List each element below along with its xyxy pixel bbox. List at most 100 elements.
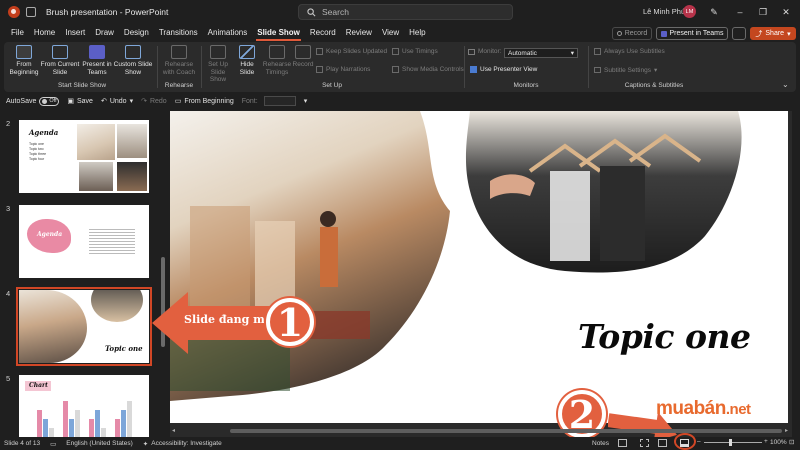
close-icon[interactable]: ✕ (780, 6, 792, 18)
language-status[interactable]: English (United States) (66, 440, 132, 447)
normal-view-icon[interactable] (618, 439, 627, 447)
set-up-slide-show-button[interactable]: Set Up Slide Show (202, 45, 234, 84)
teams-icon (660, 30, 667, 37)
tab-review[interactable]: Review (341, 24, 377, 42)
autosave-label: AutoSave (6, 97, 37, 105)
from-beginning-button[interactable]: From Beginning (8, 45, 40, 76)
zoom-out-icon[interactable]: – (697, 438, 701, 445)
chart-bar (75, 410, 80, 437)
play-narrations-checkbox[interactable]: Play Narrations (316, 66, 370, 73)
use-presenter-view-checkbox[interactable]: Use Presenter View (470, 66, 537, 73)
spellcheck-icon: ▭ (50, 440, 57, 448)
tab-design[interactable]: Design (119, 24, 154, 42)
record-ribbon-button[interactable]: Record (292, 45, 314, 69)
slide-counter: Slide 4 of 13 (4, 440, 41, 447)
zoom-slider-handle[interactable] (729, 439, 732, 446)
tab-view[interactable]: View (377, 24, 404, 42)
custom-slide-show-button[interactable]: Custom Slide Show (112, 45, 154, 76)
slide-thumbnail-2[interactable]: Agenda Topic one Topic two Topic three T… (19, 120, 149, 193)
show-media-controls-checkbox[interactable]: Show Media Controls (392, 66, 464, 73)
restore-icon[interactable]: ❐ (757, 6, 769, 18)
monitor-icon (468, 48, 475, 55)
tab-slide-show[interactable]: Slide Show (252, 24, 305, 42)
zoom-level[interactable]: 100% (770, 439, 787, 446)
group-label-captions: Captions & Subtitles (624, 82, 684, 89)
from-beginning-qa-button[interactable]: ▭ From Beginning (174, 97, 234, 106)
keep-slides-updated-checkbox[interactable]: Keep Slides Updated (316, 48, 387, 55)
font-selector[interactable]: Font: (242, 96, 296, 106)
slide-thumbnail-4[interactable]: Topic one (16, 287, 152, 366)
group-label-monitors: Monitors (513, 82, 539, 89)
chart-bar (115, 419, 120, 437)
tab-file[interactable]: File (6, 24, 29, 42)
avatar[interactable]: LM (683, 5, 696, 18)
slide-number: 2 (6, 119, 11, 128)
quick-access-toolbar: AutoSave Off ▣ Save ↶ Undo ▾ ↷ Redo ▭ From Be… (0, 93, 800, 109)
slide-thumbnails-panel: 2 Agenda Topic one Topic two Topic three… (0, 111, 168, 441)
from-current-slide-button[interactable]: From Current Slide (40, 45, 80, 76)
scroll-left-icon[interactable]: ◂ (172, 427, 175, 434)
chart-bar (89, 419, 94, 437)
slide-sorter-icon[interactable] (640, 439, 649, 447)
tab-animations[interactable]: Animations (203, 24, 253, 42)
slide-number: 4 (6, 289, 11, 298)
chart-bar (69, 419, 74, 437)
spelling-status[interactable]: ▭ (50, 440, 56, 448)
slide-title[interactable]: Topic one (578, 317, 751, 356)
present-in-teams-button[interactable]: Present in Teams (656, 27, 728, 40)
thumb-photo (77, 124, 115, 160)
document-title: Brush presentation (46, 7, 118, 17)
accessibility-status[interactable]: ✦ Accessibility: Investigate (143, 440, 222, 448)
divider (588, 46, 589, 88)
zoom-in-icon[interactable]: + (764, 438, 768, 445)
zoom-slider[interactable] (704, 442, 762, 443)
collapse-ribbon-icon[interactable]: ⌄ (782, 80, 789, 89)
slide-thumbnail-3[interactable]: Agenda (19, 205, 149, 278)
autosave-toggle[interactable]: Off (39, 96, 60, 106)
slide-thumbnail-5[interactable]: Chart (19, 375, 149, 441)
rehearse-timings-button[interactable]: Rehearse Timings (260, 45, 294, 76)
tab-record[interactable]: Record (305, 24, 341, 42)
tab-insert[interactable]: Insert (60, 24, 90, 42)
quick-access-icon[interactable] (26, 7, 36, 17)
slideshow-icon: ▭ (174, 98, 182, 105)
save-button[interactable]: ▣ Save (67, 97, 93, 106)
monitor-select[interactable]: Automatic ▾ (504, 48, 578, 58)
agenda-list: Topic one Topic two Topic three Topic fo… (29, 142, 47, 161)
current-slide[interactable]: Topic one (170, 111, 788, 423)
always-use-subtitles-checkbox[interactable]: Always Use Subtitles (594, 48, 665, 55)
accessibility-icon: ✦ (142, 440, 149, 448)
rehearse-with-coach-button[interactable]: Rehearse with Coach (160, 45, 198, 76)
annotation-callout-text: Slide đang mở (184, 313, 273, 326)
notes-button[interactable]: Notes (592, 440, 609, 447)
redo-button[interactable]: ↷ Redo (141, 97, 167, 106)
watermark-logo: muabán.net (656, 398, 751, 419)
horizontal-scrollbar[interactable] (230, 429, 782, 433)
thumb-text-block (89, 227, 135, 255)
tab-transitions[interactable]: Transitions (154, 24, 203, 42)
search-input[interactable]: Search (298, 4, 513, 20)
minimize-icon[interactable]: – (734, 6, 746, 18)
record-button[interactable]: Record (612, 27, 652, 40)
thumb-photo (117, 162, 147, 191)
tab-help[interactable]: Help (404, 24, 430, 42)
fit-slide-icon[interactable]: ⊡ (789, 438, 794, 446)
slide-number: 3 (6, 204, 11, 213)
hide-slide-button[interactable]: Hide Slide (234, 45, 260, 76)
subtitle-settings-dropdown[interactable]: Subtitle Settings ▾ (594, 66, 657, 74)
tab-home[interactable]: Home (29, 24, 60, 42)
share-button[interactable]: ⤴ Share ▾ (750, 27, 796, 40)
annotation-badge-1: 1 (266, 298, 314, 346)
scroll-right-icon[interactable]: ▸ (785, 427, 788, 434)
present-in-teams-ribbon-button[interactable]: Present in Teams (82, 45, 112, 76)
designer-pen-icon[interactable]: ✎ (708, 6, 720, 18)
chart-bar (63, 401, 68, 437)
undo-button[interactable]: ↶ Undo ▾ (101, 97, 133, 106)
tab-draw[interactable]: Draw (90, 24, 119, 42)
customize-qa-icon[interactable]: ▾ (304, 97, 308, 105)
window-title: Brush presentation - PowerPoint (46, 7, 169, 17)
group-label-set-up: Set Up (322, 82, 342, 89)
comments-icon[interactable] (732, 27, 746, 40)
use-timings-checkbox[interactable]: Use Timings (392, 48, 438, 55)
reading-view-icon[interactable] (658, 439, 667, 447)
